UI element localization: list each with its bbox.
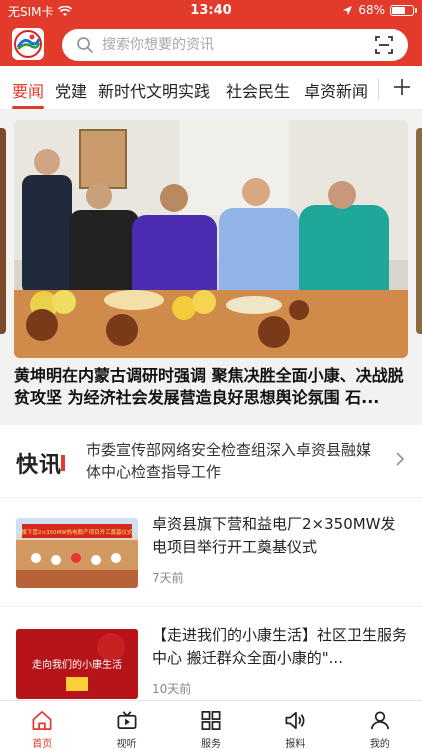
carousel-next-peek <box>416 128 422 334</box>
grid-icon <box>201 711 221 730</box>
user-icon <box>370 711 389 730</box>
news-thumbnail-image: 旗下营2×350MW热电联产项目开工奠基仪式 <box>16 518 138 588</box>
news-title[interactable]: 卓资县旗下营和益电厂2×350MW发电项目举行开工奠基仪式 <box>152 513 407 559</box>
flash-news-logo: 快讯 <box>16 447 66 479</box>
section-divider <box>0 497 422 498</box>
tab-party-building[interactable]: 党建 <box>55 78 87 102</box>
nav-label: 我的 <box>369 739 390 750</box>
nav-video[interactable]: 视听 <box>84 701 168 750</box>
nav-profile[interactable]: 我的 <box>338 701 422 750</box>
speaker-icon <box>285 711 305 730</box>
nav-services[interactable]: 服务 <box>169 701 253 750</box>
headline-carousel[interactable]: 黄坤明在内蒙古调研时强调 聚焦决胜全面小康、决战脱贫攻坚 为经济社会发展营造良好… <box>0 110 422 425</box>
search-bar[interactable] <box>62 29 408 61</box>
status-right: 68% <box>342 3 417 17</box>
news-time: 10天前 <box>152 682 192 696</box>
tab-civilization-practice[interactable]: 新时代文明实践 <box>98 78 210 102</box>
home-icon <box>32 711 52 730</box>
news-divider <box>0 606 422 607</box>
battery-icon <box>390 4 417 16</box>
nav-label: 服务 <box>201 739 222 750</box>
news-thumbnail-image: 走向我们的小康生活 <box>16 629 138 699</box>
news-thumbnail: 旗下营2×350MW热电联产项目开工奠基仪式 <box>16 518 138 588</box>
tab-headlines[interactable]: 要闻 <box>12 78 44 102</box>
tab-livelihood[interactable]: 社会民生 <box>226 78 290 102</box>
nav-report[interactable]: 报料 <box>253 701 337 750</box>
search-input[interactable] <box>102 37 374 53</box>
flash-logo-accent <box>61 455 66 471</box>
news-thumbnail: 走向我们的小康生活 <box>16 629 138 699</box>
battery-fill <box>392 6 405 14</box>
tab-divider <box>378 78 379 100</box>
battery-percent: 68% <box>358 3 385 17</box>
nav-home[interactable]: 首页 <box>0 701 84 750</box>
nav-label: 视听 <box>116 739 137 750</box>
app-logo[interactable] <box>12 28 44 60</box>
video-icon <box>117 711 137 730</box>
banner-image[interactable] <box>14 120 408 358</box>
category-tabs: 要闻 党建 新时代文明实践 社会民生 卓资新闻 <box>0 66 422 110</box>
chevron-right-icon[interactable] <box>394 449 406 469</box>
active-tab-indicator <box>12 106 44 109</box>
location-arrow-icon <box>343 5 353 15</box>
news-thumb-banner: 旗下营2×350MW热电联产项目开工奠基仪式 <box>21 528 133 536</box>
app-header: 无SIM卡 13:40 68% <box>0 0 422 66</box>
flash-news-text[interactable]: 市委宣传部网络安全检查组深入卓资县融媒体中心检查指导工作 <box>86 439 376 483</box>
app-logo-icon <box>14 30 42 58</box>
scan-icon[interactable] <box>374 35 394 55</box>
carousel-prev-peek <box>0 128 6 334</box>
tab-zhuozi-news[interactable]: 卓资新闻 <box>304 78 368 102</box>
news-thumb-text: 走向我们的小康生活 <box>32 658 122 671</box>
news-item[interactable]: 旗下营2×350MW热电联产项目开工奠基仪式 卓资县旗下营和益电厂2×350MW… <box>0 505 422 600</box>
add-channel-icon[interactable] <box>392 76 412 98</box>
flash-news-logo-text: 快讯 <box>16 453 63 478</box>
nav-label: 首页 <box>32 739 53 750</box>
status-bar: 无SIM卡 13:40 68% <box>0 0 422 22</box>
news-time: 7天前 <box>152 571 184 585</box>
bottom-nav: 首页 视听 服务 报料 我的 <box>0 700 422 750</box>
banner-photo <box>14 120 408 358</box>
news-title[interactable]: 【走进我们的小康生活】社区卫生服务中心 搬迁群众全面小康的"... <box>152 624 407 670</box>
search-icon <box>77 37 93 53</box>
nav-label: 报料 <box>285 739 306 750</box>
banner-headline[interactable]: 黄坤明在内蒙古调研时强调 聚焦决胜全面小康、决战脱贫攻坚 为经济社会发展营造良好… <box>14 365 408 409</box>
news-item[interactable]: 走向我们的小康生活 【走进我们的小康生活】社区卫生服务中心 搬迁群众全面小康的"… <box>0 616 422 711</box>
flash-news[interactable]: 快讯 市委宣传部网络安全检查组深入卓资县融媒体中心检查指导工作 <box>0 425 422 497</box>
